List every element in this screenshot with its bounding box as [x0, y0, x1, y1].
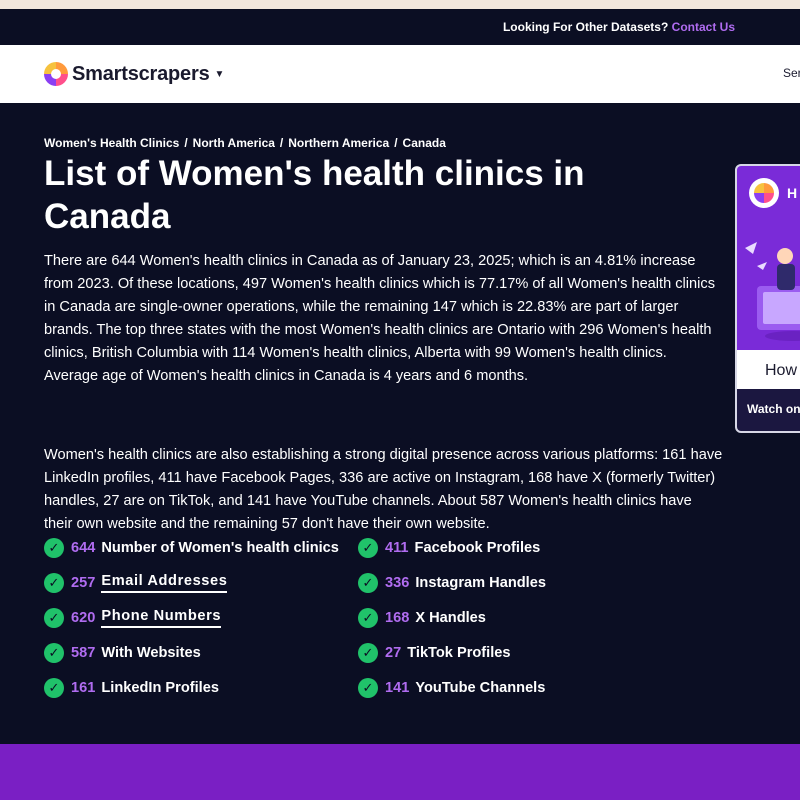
- stat-label: X Handles: [415, 610, 486, 626]
- stat-value: 161: [71, 680, 96, 696]
- breadcrumb: Women's Health Clinics / North America / Nor…: [44, 136, 446, 150]
- stat-label: TikTok Profiles: [407, 645, 511, 661]
- nav-item-services[interactable]: Ser: [783, 66, 800, 80]
- digital-presence-paragraph: Women's health clinics are also establis…: [44, 447, 723, 532]
- watch-on-youtube-button[interactable]: Watch on: [737, 389, 800, 431]
- video-promo-card[interactable]: H How Watch on: [735, 164, 800, 433]
- stat-label: LinkedIn Profiles: [101, 680, 219, 696]
- stat-item-instagram: ✓ 336 Instagram Handles: [358, 573, 546, 593]
- summary-paragraph: There are 644 Women's health clinics in …: [44, 253, 715, 384]
- announcement-bar: Looking For Other Datasets? Contact Us: [0, 9, 800, 45]
- stat-value: 411: [385, 540, 409, 556]
- browser-top-strip: [0, 0, 800, 9]
- announcement-text: Looking For Other Datasets?: [502, 20, 669, 34]
- brand-name: Smartscrapers: [72, 62, 210, 85]
- stat-label: YouTube Channels: [415, 680, 546, 696]
- stat-label: Number of Women's health clinics: [101, 540, 339, 556]
- check-circle-icon: ✓: [358, 573, 378, 593]
- video-card-title: H: [787, 185, 798, 201]
- stat-label: With Websites: [101, 645, 201, 661]
- breadcrumb-separator: /: [394, 136, 398, 150]
- smartscrapers-logo-icon: [749, 178, 779, 208]
- stat-item-youtube: ✓ 141 YouTube Channels: [358, 678, 545, 698]
- smartscrapers-logo-icon: [44, 62, 68, 86]
- breadcrumb-item-canada[interactable]: Canada: [403, 136, 446, 150]
- check-circle-icon: ✓: [44, 608, 64, 628]
- check-circle-icon: ✓: [358, 608, 378, 628]
- video-card-header: H: [737, 166, 800, 350]
- stat-value: 620: [71, 610, 96, 626]
- stat-item-facebook: ✓ 411 Facebook Profiles: [358, 538, 540, 558]
- check-circle-icon: ✓: [44, 573, 64, 593]
- video-card-subtitle: How: [765, 362, 798, 379]
- video-illustration-icon: [745, 242, 800, 341]
- main-navbar: Smartscrapers ▼ Ser: [0, 45, 800, 103]
- stat-value: 27: [385, 645, 402, 661]
- breadcrumb-separator: /: [184, 136, 188, 150]
- check-circle-icon: ✓: [358, 538, 378, 558]
- stat-item-websites: ✓ 587 With Websites: [44, 643, 201, 663]
- stat-item-x: ✓ 168 X Handles: [358, 608, 486, 628]
- brand-menu[interactable]: Smartscrapers ▼: [44, 61, 224, 87]
- check-circle-icon: ✓: [44, 643, 64, 663]
- footer-band: [0, 744, 800, 800]
- chevron-down-icon: ▼: [214, 68, 225, 80]
- breadcrumb-item-womens-health-clinics[interactable]: Women's Health Clinics: [44, 136, 179, 150]
- stat-label: Instagram Handles: [415, 575, 546, 591]
- stat-label: Facebook Profiles: [414, 540, 541, 556]
- stat-value: 587: [71, 645, 96, 661]
- breadcrumb-separator: /: [279, 136, 284, 150]
- email-addresses-link[interactable]: Email Addresses: [101, 573, 228, 593]
- stat-item-clinics: ✓ 644 Number of Women's health clinics: [44, 538, 339, 558]
- stat-item-linkedin: ✓ 161 LinkedIn Profiles: [44, 678, 219, 698]
- announcement-message: Looking For Other Datasets? Contact Us: [503, 20, 735, 34]
- stat-value: 168: [385, 610, 410, 626]
- breadcrumb-item-northern-america[interactable]: Northern America: [288, 136, 389, 150]
- stat-value: 141: [385, 680, 410, 696]
- check-circle-icon: ✓: [358, 678, 378, 698]
- stat-value: 336: [385, 575, 410, 591]
- stat-value: 257: [71, 575, 96, 591]
- stat-item-tiktok: ✓ 27 TikTok Profiles: [358, 643, 511, 663]
- breadcrumb-item-north-america[interactable]: North America: [193, 136, 275, 150]
- contact-us-link[interactable]: Contact Us: [672, 20, 735, 34]
- stat-item-phones: ✓ 620 Phone Numbers: [44, 608, 222, 628]
- check-circle-icon: ✓: [44, 538, 64, 558]
- stat-value: 644: [71, 540, 96, 556]
- watch-on-label: Watch on: [747, 402, 800, 416]
- check-circle-icon: ✓: [358, 643, 378, 663]
- check-circle-icon: ✓: [44, 678, 64, 698]
- page-title: List of Women's health clinics in Canada: [44, 154, 585, 236]
- stat-item-emails: ✓ 257 Email Addresses: [44, 573, 228, 593]
- phone-numbers-link[interactable]: Phone Numbers: [101, 608, 222, 628]
